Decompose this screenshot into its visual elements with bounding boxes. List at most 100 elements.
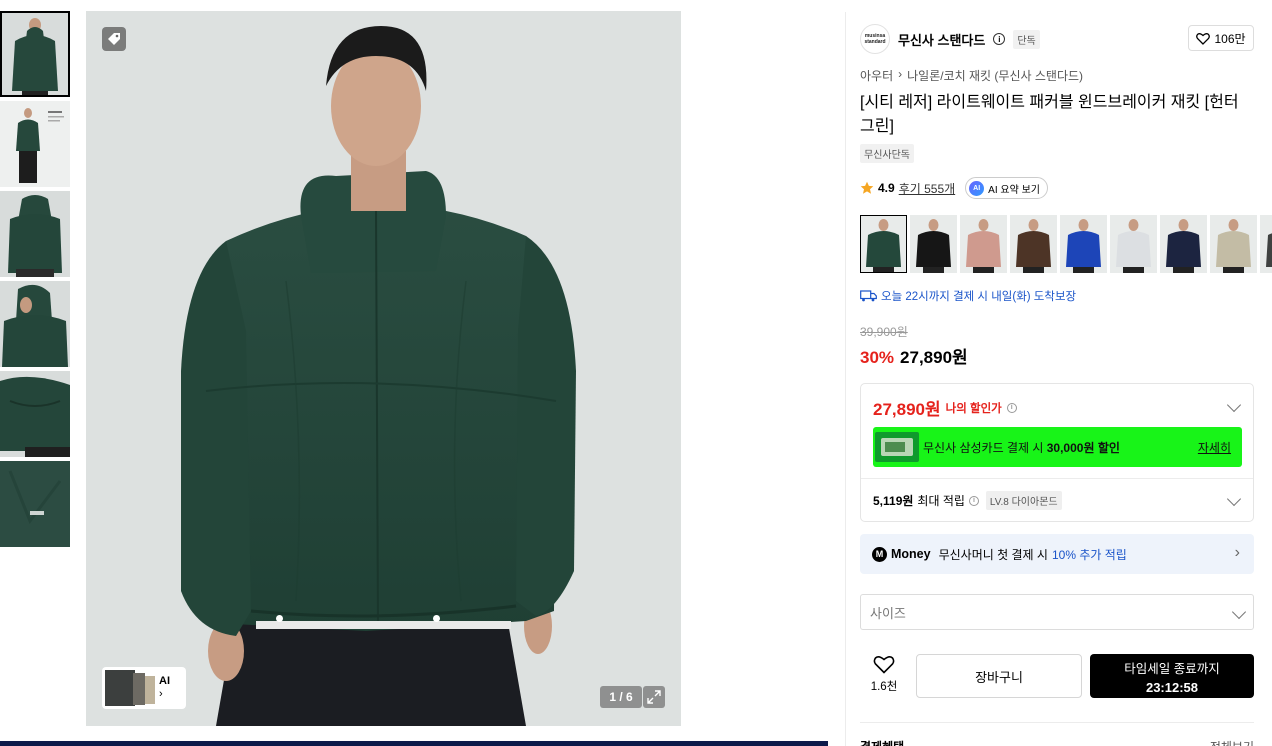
brand-like-button[interactable]: 106만 (1188, 25, 1254, 51)
chevron-right-icon: › (1234, 544, 1240, 561)
view-all-link[interactable]: 전체보기 (1210, 738, 1254, 746)
ai-summary-label: AI 요약 보기 (988, 184, 1040, 196)
color-options (860, 215, 1272, 273)
price-tag-icon (108, 33, 120, 45)
points-amount: 5,119원 (873, 494, 914, 508)
price-row: 30% 27,890원 (860, 343, 968, 368)
musinsa-money-banner[interactable]: M Money 무신사머니 첫 결제 시 10% 추가 적립 › (860, 534, 1254, 574)
chevron-right-icon: › (159, 688, 163, 700)
product-photo (86, 11, 681, 726)
divider (861, 478, 1253, 479)
time-sale-label: 타임세일 종료까지 (1124, 661, 1220, 676)
like-count: 106만 (1214, 31, 1246, 46)
member-level-chip: LV.8 다이아몬드 (985, 491, 1062, 510)
delivery-text: 오늘 22시까지 결제 시 내일(화) 도착보장 (881, 291, 1077, 303)
points-row[interactable]: 5,119원 최대 적립 i LV.8 다이아몬드 (873, 491, 1062, 510)
rating-value: 4.9 (878, 181, 895, 195)
size-select-placeholder: 사이즈 (870, 605, 906, 621)
card-promo-more-link[interactable]: 자세히 (1198, 439, 1231, 456)
thumbnail-3[interactable] (0, 191, 70, 277)
color-swatch-image (1210, 215, 1257, 273)
my-price-box: 27,890원 나의 할인가 i 무신사 삼성카드 결제 시 30,000원 할… (860, 383, 1254, 522)
product-title: [시티 레저] 라이트웨이트 패커블 윈드브레이커 재킷 [헌터 그린] (860, 94, 1239, 135)
ai-lookbook-card[interactable]: AI › (102, 667, 186, 709)
thumbnail-1[interactable] (0, 11, 70, 97)
money-highlight: 10% 추가 적립 (1051, 547, 1127, 562)
thumbnail-5[interactable] (0, 371, 70, 457)
tag-button[interactable] (102, 27, 126, 51)
wishlist-button[interactable]: 1.6천 (860, 654, 908, 698)
color-swatch[interactable] (1060, 215, 1107, 273)
info-icon[interactable]: i (968, 495, 979, 506)
chevron-down-icon[interactable] (1226, 397, 1242, 413)
money-text: 무신사머니 첫 결제 시 (938, 547, 1048, 562)
points-label: 최대 적립 (917, 494, 965, 508)
heart-icon (873, 656, 895, 674)
ai-label: AI (159, 675, 170, 687)
color-swatch-image (960, 215, 1007, 273)
color-swatch[interactable] (1010, 215, 1057, 273)
image-counter: 1 / 6 (600, 686, 642, 708)
brand-logo[interactable]: musinsa standard (860, 24, 890, 54)
exclusive-chip: 단독 (1013, 29, 1040, 49)
color-swatch[interactable] (860, 215, 907, 273)
bottom-banner-edge (0, 741, 828, 746)
my-price-row[interactable]: 27,890원 나의 할인가 i (873, 395, 1017, 420)
card-promo-text: 무신사 삼성카드 결제 시 30,000원 할인 (923, 440, 1120, 455)
color-swatch-image (1010, 215, 1057, 273)
color-swatch[interactable] (910, 215, 957, 273)
color-swatch[interactable] (1160, 215, 1207, 273)
brand-row: musinsa standard 무신사 스탠다드 i 단독 (860, 24, 1040, 54)
thumbnail-2[interactable] (0, 101, 70, 187)
brand-name[interactable]: 무신사 스탠다드 (898, 30, 985, 49)
wishlist-count: 1.6천 (870, 681, 898, 693)
delivery-guarantee[interactable]: 오늘 22시까지 결제 시 내일(화) 도착보장 (860, 288, 1076, 304)
original-price: 39,900원 (860, 325, 908, 339)
product-hotspot[interactable] (276, 615, 283, 622)
breadcrumb: 아우터 › 나일론/코치 재킷 (무신사 스탠다드) (860, 67, 1083, 84)
color-swatch[interactable] (960, 215, 1007, 273)
main-product-image[interactable]: AI › 1 / 6 (86, 11, 681, 726)
thumbnail-4[interactable] (0, 281, 70, 367)
rating-row: 4.9 후기 555개 AI AI 요약 보기 (860, 177, 1048, 199)
payment-benefits-row: 결제혜택 전체보기 (860, 738, 1254, 746)
color-swatch[interactable] (1210, 215, 1257, 273)
discount-rate: 30% (860, 348, 895, 367)
color-swatch[interactable] (1110, 215, 1157, 273)
product-info-panel: musinsa standard 무신사 스탠다드 i 단독 106만 아우터 … (845, 12, 1272, 746)
star-icon (860, 181, 874, 194)
chevron-down-icon[interactable] (1226, 491, 1242, 507)
divider (860, 722, 1254, 723)
buy-button[interactable]: 타임세일 종료까지 23:12:58 (1090, 654, 1254, 698)
my-price-label: 나의 할인가 (945, 402, 1002, 415)
ai-summary-button[interactable]: AI AI 요약 보기 (965, 177, 1048, 199)
money-icon: M (872, 546, 887, 562)
my-price-value: 27,890원 (873, 400, 941, 419)
truck-icon (860, 290, 877, 302)
color-swatch-image (1110, 215, 1157, 273)
size-select[interactable]: 사이즈 (860, 594, 1254, 630)
color-swatch-image (1160, 215, 1207, 273)
add-to-cart-button[interactable]: 장바구니 (916, 654, 1082, 698)
color-swatch-image (860, 215, 907, 273)
expand-icon (647, 690, 661, 704)
breadcrumb-item[interactable]: 아우터 (860, 67, 893, 84)
chevron-down-icon (1231, 604, 1247, 620)
sale-price: 27,890원 (900, 348, 968, 367)
product-hotspot[interactable] (433, 615, 440, 622)
info-icon[interactable]: i (993, 33, 1006, 45)
time-sale-countdown: 23:12:58 (1145, 679, 1199, 695)
card-promo-banner[interactable]: 무신사 삼성카드 결제 시 30,000원 할인 자세히 (873, 427, 1242, 467)
breadcrumb-item[interactable]: 나일론/코치 재킷 (무신사 스탠다드) (907, 67, 1083, 84)
color-swatch[interactable] (1260, 215, 1272, 273)
card-image (875, 432, 919, 462)
thumbnail-6[interactable] (0, 461, 70, 547)
expand-button[interactable] (643, 686, 665, 708)
heart-icon (1196, 32, 1211, 45)
payment-benefits-title: 결제혜택 (860, 738, 904, 746)
color-swatch-image (1060, 215, 1107, 273)
chevron-right-icon: › (898, 67, 903, 81)
info-icon[interactable]: i (1006, 402, 1017, 413)
money-brand: Money (891, 547, 931, 561)
reviews-link[interactable]: 후기 555개 (899, 180, 955, 197)
